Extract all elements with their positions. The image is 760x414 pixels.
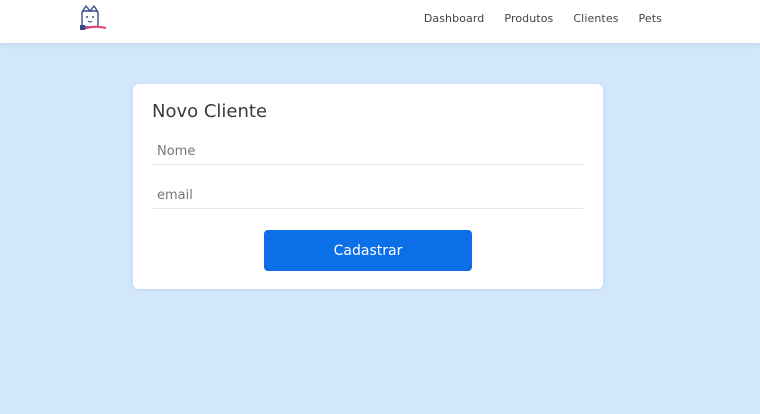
main-nav: Dashboard Produtos Clientes Pets <box>424 0 662 36</box>
name-input[interactable] <box>153 139 583 165</box>
nav-link-clientes[interactable]: Clientes <box>573 12 618 25</box>
logo-icon[interactable] <box>74 3 108 33</box>
form-title: Novo Cliente <box>152 101 268 122</box>
nav-link-dashboard[interactable]: Dashboard <box>424 12 485 25</box>
nav-link-pets[interactable]: Pets <box>639 12 662 25</box>
new-client-card: Novo Cliente Cadastrar <box>133 84 603 289</box>
nav-link-produtos[interactable]: Produtos <box>504 12 553 25</box>
top-navbar: Dashboard Produtos Clientes Pets <box>0 0 760 43</box>
submit-button[interactable]: Cadastrar <box>264 230 472 271</box>
email-input[interactable] <box>153 183 583 209</box>
